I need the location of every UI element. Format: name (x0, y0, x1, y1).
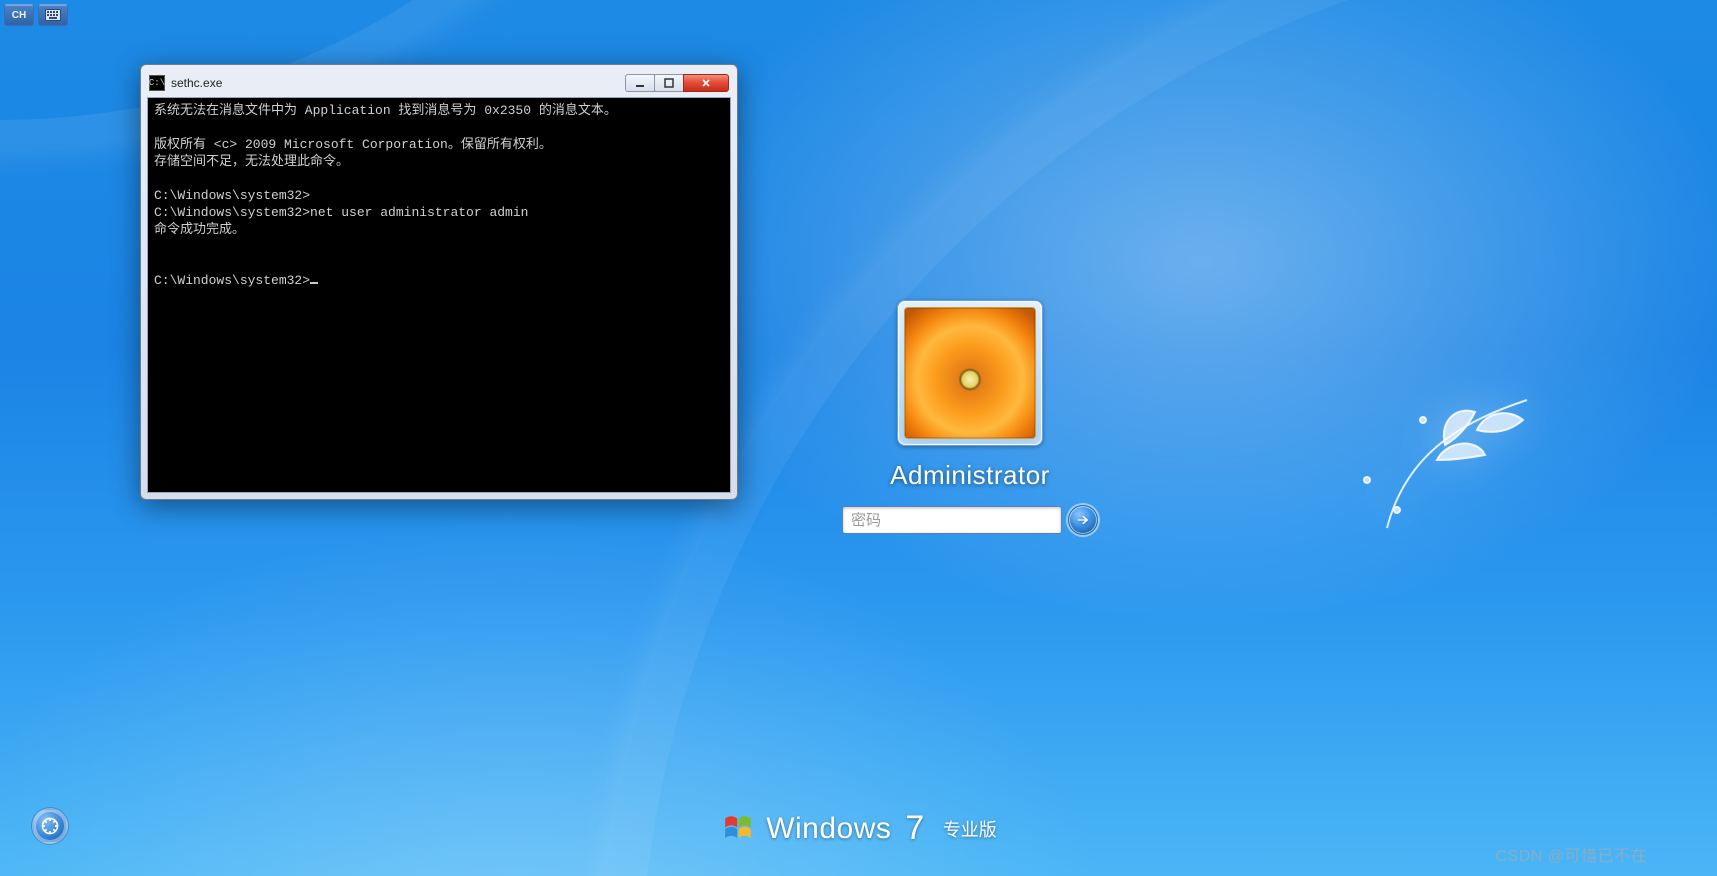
password-input[interactable] (842, 506, 1062, 534)
window-title: sethc.exe (171, 76, 626, 90)
os-branding: Windows 7 专业版 (720, 809, 997, 848)
windows-flag-icon (720, 811, 756, 847)
ease-of-access-button[interactable] (32, 808, 68, 844)
language-bar: CH (4, 4, 68, 26)
decor-plant (1327, 360, 1537, 535)
console-output[interactable]: 系统无法在消息文件中为 Application 找到消息号为 0x2350 的消… (147, 97, 731, 493)
close-button[interactable] (683, 74, 729, 92)
watermark: CSDN @可惜已不在 (1495, 842, 1647, 866)
brand-edition: 专业版 (943, 816, 997, 842)
brand-version: 7 (905, 809, 924, 848)
username-label: Administrator (890, 460, 1050, 491)
brand-product: Windows (766, 812, 891, 846)
minimize-button[interactable] (625, 74, 655, 92)
window-controls (626, 74, 729, 92)
ime-language-button[interactable]: CH (4, 4, 34, 26)
login-panel: Administrator (760, 300, 1180, 535)
avatar-image (904, 307, 1036, 439)
arrow-right-icon (1075, 512, 1091, 528)
maximize-icon (664, 78, 674, 88)
app-icon: C:\ (149, 75, 165, 91)
submit-button[interactable] (1068, 505, 1098, 535)
ease-of-access-icon (40, 816, 60, 836)
close-icon (701, 78, 711, 88)
cmd-window[interactable]: C:\ sethc.exe 系统无法在消息文件中为 Application 找到… (140, 64, 738, 500)
ime-keyboard-button[interactable] (38, 4, 68, 26)
password-row (842, 505, 1098, 535)
minimize-icon (635, 78, 645, 88)
titlebar[interactable]: C:\ sethc.exe (147, 71, 731, 95)
user-avatar[interactable] (897, 300, 1043, 446)
maximize-button[interactable] (654, 74, 684, 92)
keyboard-icon (45, 9, 61, 21)
login-screen: CH Administrator (0, 0, 1717, 876)
